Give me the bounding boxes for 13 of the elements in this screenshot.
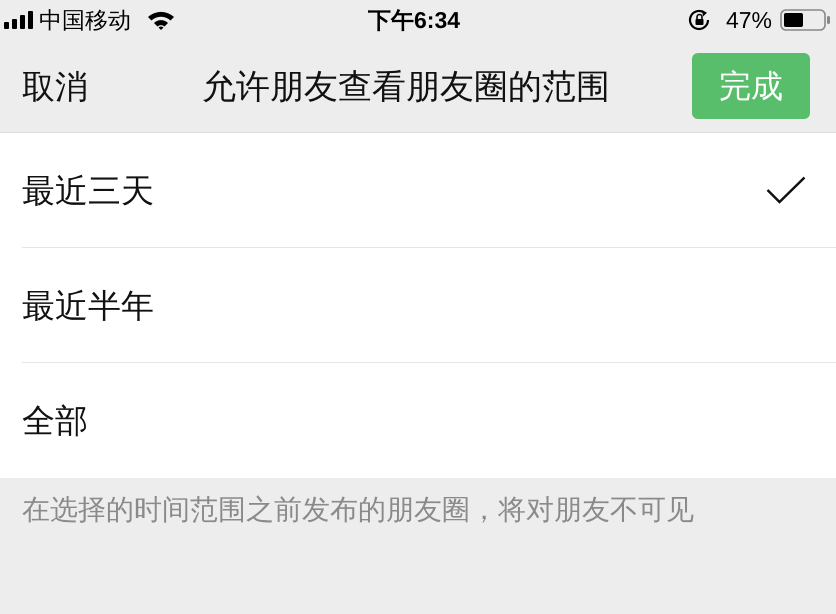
battery-percentage: 47% <box>726 8 772 32</box>
wifi-icon <box>147 10 175 30</box>
cancel-button[interactable]: 取消 <box>22 70 88 102</box>
page-title: 允许朋友查看朋友圈的范围 <box>202 67 610 107</box>
option-label: 最近半年 <box>22 288 154 322</box>
rotation-lock-icon <box>688 9 712 31</box>
option-label: 最近三天 <box>22 174 154 206</box>
battery-icon <box>780 9 830 31</box>
option-label: 全部 <box>22 404 88 437</box>
status-time: 下午6:34 <box>368 6 460 34</box>
carrier-name: 中国移动 <box>39 8 131 32</box>
footnote-text: 在选择的时间范围之前发布的朋友圈，将对朋友不可见 <box>22 494 694 525</box>
signal-icon <box>4 11 33 29</box>
